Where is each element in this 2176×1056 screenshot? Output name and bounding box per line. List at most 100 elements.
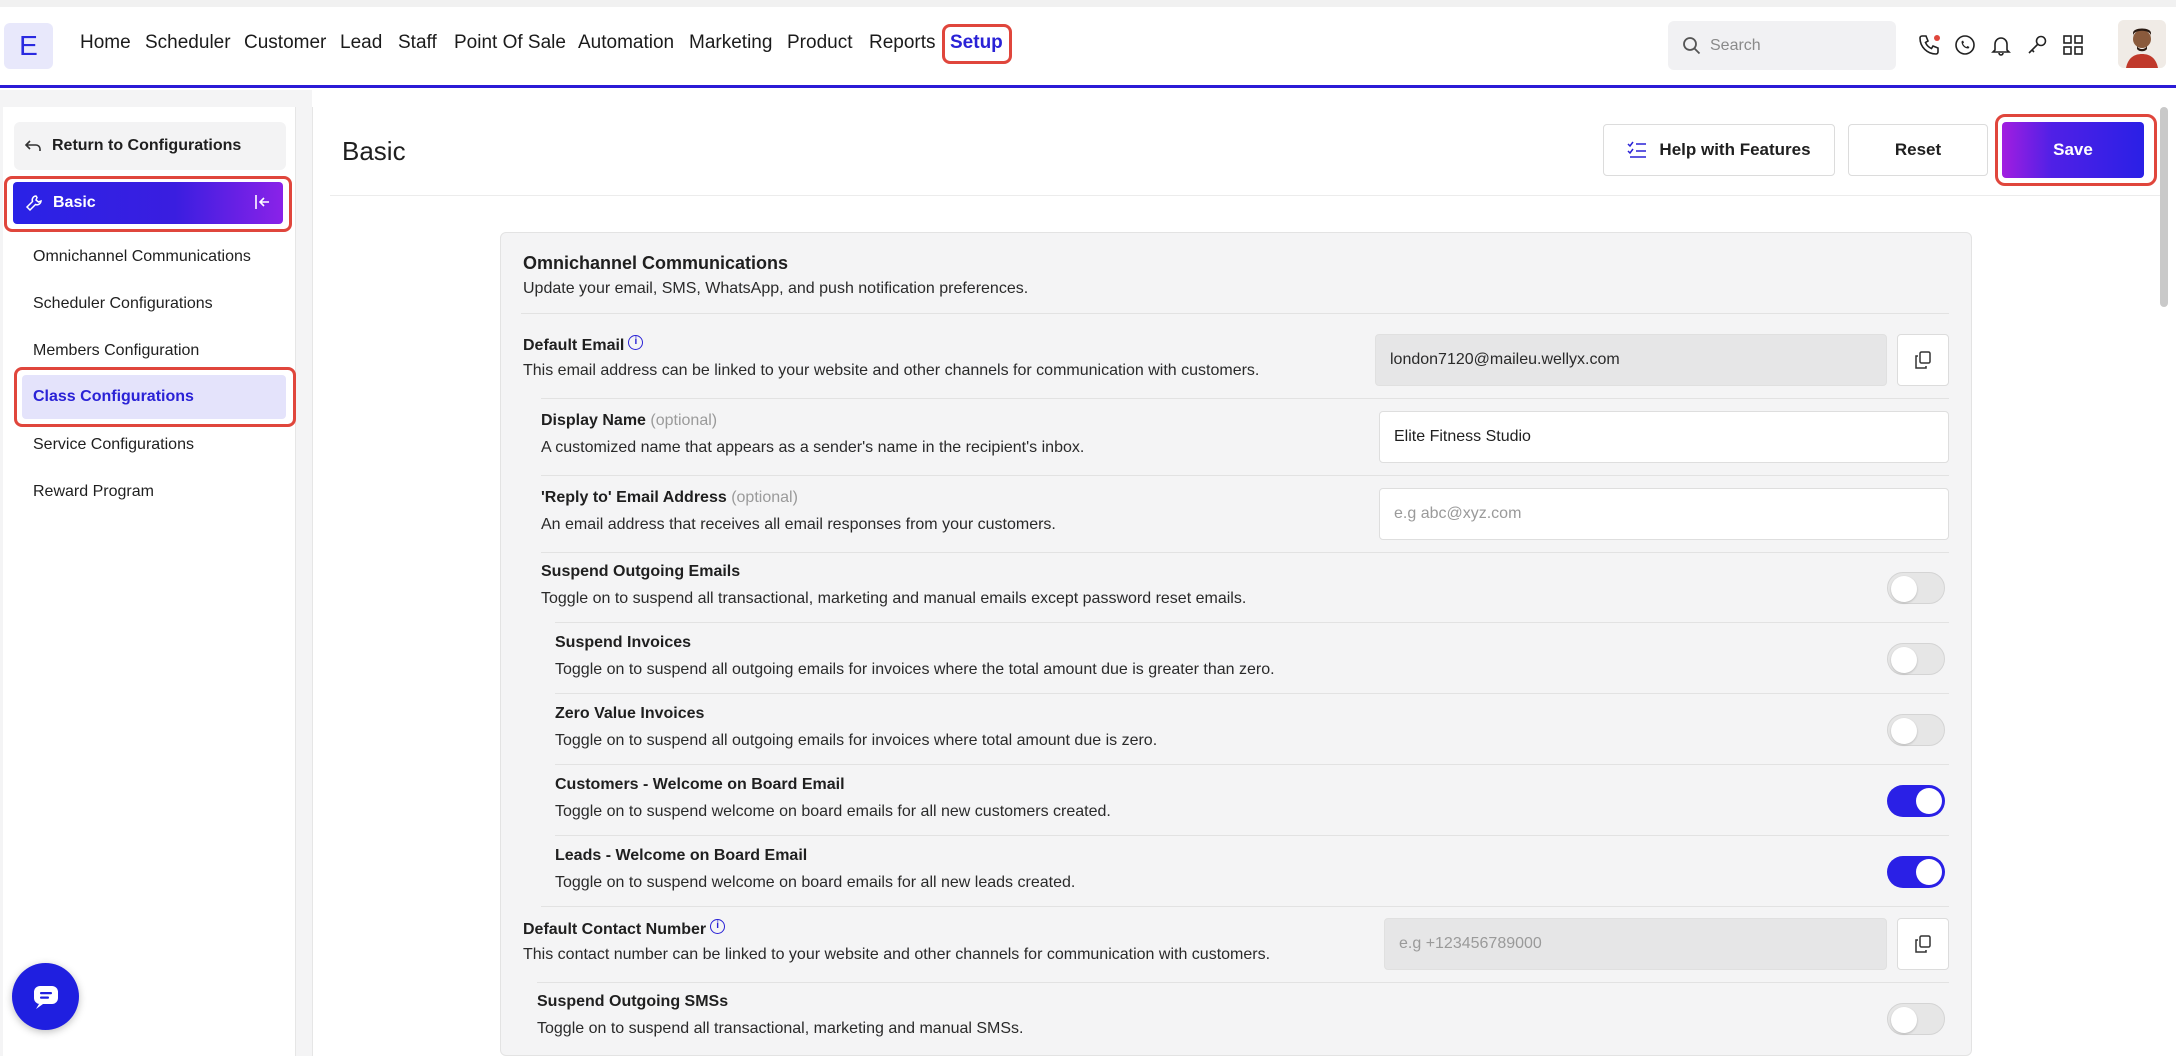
help-with-features-button[interactable]: Help with Features [1603,124,1835,176]
suspend-outgoing-emails-toggle[interactable] [1887,572,1945,604]
divider [555,835,1949,836]
default-email-title-text: Default Email [523,337,625,354]
default-contact-title: Default Contact Number i [523,919,726,939]
reply-to-title-text: 'Reply to' Email Address [541,489,727,506]
sidebar-item-class[interactable]: Class Configurations [22,375,286,419]
nav-point-of-sale[interactable]: Point Of Sale [454,32,566,54]
divider [541,552,1949,553]
return-to-configurations-button[interactable]: Return to Configurations [14,122,286,170]
suspend-sms-title: Suspend Outgoing SMSs [537,993,729,1010]
nav-marketing[interactable]: Marketing [689,32,772,54]
reply-to-input[interactable]: e.g abc@xyz.com [1379,488,1949,540]
phone-icon[interactable] [1916,32,1942,58]
nav-lead[interactable]: Lead [340,32,382,54]
reply-to-placeholder: e.g abc@xyz.com [1394,505,1522,522]
sidebar-item-class-label: Class Configurations [33,388,194,405]
sidebar-item-omnichannel[interactable]: Omnichannel Communications [33,248,251,266]
copy-email-button[interactable] [1897,334,1949,386]
grid-icon[interactable] [2060,32,2086,58]
reset-button[interactable]: Reset [1848,124,1988,176]
copy-icon [1915,351,1931,369]
search-placeholder: Search [1710,36,1761,54]
leads-welcome-desc: Toggle on to suspend welcome on board em… [555,874,1076,891]
divider [555,764,1949,765]
nav-home[interactable]: Home [80,32,131,54]
help-label: Help with Features [1659,140,1811,159]
card-subtitle: Update your email, SMS, WhatsApp, and pu… [523,280,1029,297]
nav-product[interactable]: Product [787,32,852,54]
default-email-desc: This email address can be linked to your… [523,362,1260,379]
default-contact-field: e.g +123456789000 [1384,918,1887,970]
search-icon [1683,36,1701,54]
display-name-desc: A customized name that appears as a send… [541,439,1085,456]
customers-welcome-toggle[interactable] [1887,785,1945,817]
nav-automation[interactable]: Automation [578,32,674,54]
default-contact-desc: This contact number can be linked to you… [523,946,1271,963]
scrollbar[interactable] [2160,107,2168,307]
customers-welcome-desc: Toggle on to suspend welcome on board em… [555,803,1111,820]
card-title: Omnichannel Communications [523,253,789,273]
nav-scheduler[interactable]: Scheduler [145,32,231,54]
wrench-icon [25,195,42,212]
info-icon[interactable]: i [628,335,644,350]
divider [521,313,1949,314]
divider [537,982,1949,983]
optional-tag: (optional) [650,412,718,429]
divider [541,906,1949,907]
info-icon[interactable]: i [710,919,726,934]
zero-value-invoices-toggle[interactable] [1887,714,1945,746]
leads-welcome-title: Leads - Welcome on Board Email [555,847,808,864]
chat-icon [33,985,58,1009]
sidebar-section-basic[interactable]: Basic [13,182,283,224]
header-divider [330,195,2160,196]
default-contact-title-text: Default Contact Number [523,921,707,938]
suspend-outgoing-emails-title: Suspend Outgoing Emails [541,563,741,580]
nav-setup[interactable]: Setup [950,32,1003,54]
divider [541,398,1949,399]
sidebar-section-label: Basic [53,194,96,211]
divider [555,622,1949,623]
default-contact-placeholder: e.g +123456789000 [1399,935,1542,952]
key-icon[interactable] [2024,32,2050,58]
sidebar-item-members[interactable]: Members Configuration [33,342,199,360]
nav-customer[interactable]: Customer [244,32,326,54]
page-title: Basic [342,136,406,166]
sidebar-item-reward[interactable]: Reward Program [33,483,154,501]
back-arrow-icon [24,140,41,151]
collapse-sidebar-icon[interactable] [253,193,273,211]
default-email-title: Default Email i [523,335,644,355]
optional-tag: (optional) [731,489,798,506]
nav-reports[interactable]: Reports [869,32,936,54]
suspend-invoices-toggle[interactable] [1887,643,1945,675]
suspend-sms-desc: Toggle on to suspend all transactional, … [537,1020,1024,1037]
bell-icon[interactable] [1988,32,2014,58]
copy-contact-button[interactable] [1897,918,1949,970]
avatar[interactable] [2118,20,2166,68]
display-name-title-text: Display Name [541,412,646,429]
app-logo[interactable]: E [4,23,53,69]
return-label: Return to Configurations [52,137,242,154]
sidebar-item-scheduler[interactable]: Scheduler Configurations [33,295,213,313]
display-name-input[interactable]: Elite Fitness Studio [1379,411,1949,463]
chat-button[interactable] [12,963,79,1030]
divider [555,693,1949,694]
display-name-value: Elite Fitness Studio [1394,428,1531,445]
leads-welcome-toggle[interactable] [1887,856,1945,888]
copy-icon [1915,935,1931,953]
reply-to-title: 'Reply to' Email Address (optional) [541,489,798,507]
whatsapp-icon[interactable] [1952,32,1978,58]
top-navbar: E Home Scheduler Customer Lead Staff Poi… [0,0,2176,88]
search-input[interactable]: Search [1668,21,1896,70]
reply-to-desc: An email address that receives all email… [541,516,1056,533]
nav-staff[interactable]: Staff [398,32,437,54]
suspend-outgoing-emails-desc: Toggle on to suspend all transactional, … [541,590,1247,607]
zero-value-invoices-title: Zero Value Invoices [555,705,705,722]
save-button[interactable]: Save [2002,122,2144,178]
sidebar-item-service[interactable]: Service Configurations [33,436,194,454]
suspend-sms-toggle[interactable] [1887,1003,1945,1035]
default-email-field: london7120@maileu.wellyx.com [1375,334,1887,386]
zero-value-invoices-desc: Toggle on to suspend all outgoing emails… [555,732,1158,749]
checklist-icon [1627,141,1647,158]
suspend-invoices-title: Suspend Invoices [555,634,692,651]
default-email-value: london7120@maileu.wellyx.com [1390,351,1620,368]
